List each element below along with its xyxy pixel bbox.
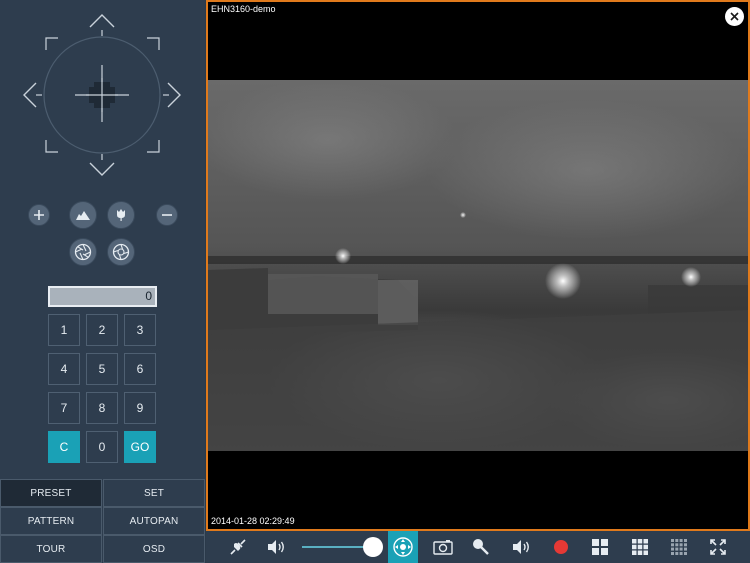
grid-3x3-icon <box>632 539 648 555</box>
pattern-button[interactable]: PATTERN <box>0 507 102 535</box>
volume-slider-knob[interactable] <box>363 537 383 557</box>
snapshot-button[interactable] <box>432 531 454 563</box>
aperture-close-icon <box>112 243 130 261</box>
record-icon <box>554 540 568 554</box>
key-4[interactable]: 4 <box>48 353 80 385</box>
minus-icon <box>162 214 172 216</box>
microphone-icon <box>473 539 489 555</box>
osd-button[interactable]: OSD <box>103 535 205 563</box>
autopan-button[interactable]: AUTOPAN <box>103 507 205 535</box>
key-5[interactable]: 5 <box>86 353 118 385</box>
layout-3x3-button[interactable] <box>629 531 651 563</box>
flower-icon <box>117 209 125 221</box>
connection-button[interactable] <box>226 531 250 563</box>
mountain-icon <box>76 211 90 220</box>
close-icon <box>730 12 739 21</box>
iris-close-button[interactable] <box>107 238 135 266</box>
bottom-toolbar <box>206 531 750 563</box>
fullscreen-button[interactable] <box>707 531 729 563</box>
ptz-toggle-button[interactable] <box>388 531 418 563</box>
layout-4x4-button[interactable] <box>668 531 690 563</box>
focus-near-button[interactable] <box>107 201 135 229</box>
focus-far-button[interactable] <box>69 201 97 229</box>
iris-open-button[interactable] <box>69 238 97 266</box>
close-video-button[interactable] <box>725 7 744 26</box>
record-button[interactable] <box>550 531 572 563</box>
video-view[interactable]: EHN3160-demo 2014-01-28 02:29:49 <box>206 0 750 531</box>
go-button[interactable]: GO <box>124 431 156 463</box>
key-8[interactable]: 8 <box>86 392 118 424</box>
app-root: 0 1 2 3 4 5 6 7 8 9 C 0 GO PRESET SET PA… <box>0 0 750 563</box>
grid-4x4-icon <box>671 539 687 555</box>
key-9[interactable]: 9 <box>124 392 156 424</box>
microphone-button[interactable] <box>470 531 492 563</box>
speaker-icon <box>513 540 529 554</box>
fullscreen-icon <box>710 539 726 555</box>
key-6[interactable]: 6 <box>124 353 156 385</box>
key-1[interactable]: 1 <box>48 314 80 346</box>
tour-button[interactable]: TOUR <box>0 535 102 563</box>
tilt-up-arrow <box>89 14 115 28</box>
audio-output-button[interactable] <box>264 531 288 563</box>
preset-button[interactable]: PRESET <box>0 479 102 507</box>
camera-name-label: EHN3160-demo <box>211 4 276 14</box>
plus-icon <box>34 210 44 220</box>
pan-right-arrow <box>167 82 181 108</box>
ptz-mode-buttons: PRESET SET PATTERN AUTOPAN TOUR OSD <box>0 479 205 563</box>
zoom-in-button[interactable] <box>28 204 50 226</box>
key-7[interactable]: 7 <box>48 392 80 424</box>
ptz-icon <box>393 537 413 557</box>
layout-2x2-button[interactable] <box>589 531 611 563</box>
audio-listen-button[interactable] <box>509 531 533 563</box>
clear-button[interactable]: C <box>48 431 80 463</box>
volume-slider[interactable] <box>302 537 388 557</box>
camera-video-image <box>208 80 748 451</box>
pan-left-arrow <box>23 82 37 108</box>
ptz-control-panel: 0 1 2 3 4 5 6 7 8 9 C 0 GO PRESET SET PA… <box>0 0 205 563</box>
speaker-icon <box>268 540 284 554</box>
snapshot-icon <box>433 540 453 555</box>
connect-icon <box>230 539 246 555</box>
aperture-open-icon <box>74 243 92 261</box>
ptz-joystick[interactable] <box>0 0 205 195</box>
set-button[interactable]: SET <box>103 479 205 507</box>
key-0[interactable]: 0 <box>86 431 118 463</box>
key-3[interactable]: 3 <box>124 314 156 346</box>
tilt-down-arrow <box>89 162 115 176</box>
video-timestamp: 2014-01-28 02:29:49 <box>211 516 295 526</box>
key-2[interactable]: 2 <box>86 314 118 346</box>
preset-number-input[interactable]: 0 <box>48 286 157 307</box>
zoom-out-button[interactable] <box>156 204 178 226</box>
grid-2x2-icon <box>592 539 608 555</box>
